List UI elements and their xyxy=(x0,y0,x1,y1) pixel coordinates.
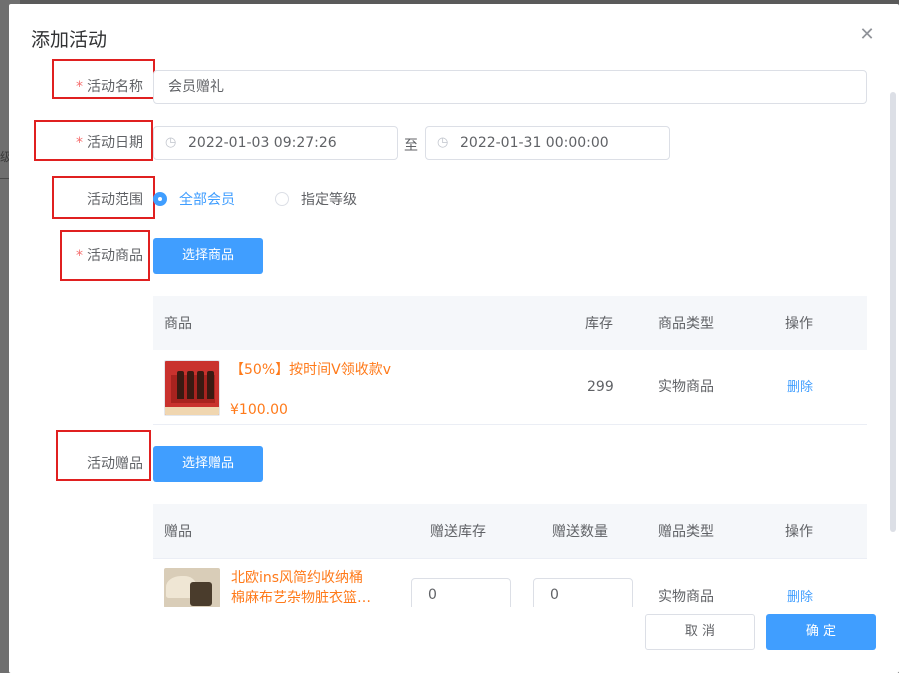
gift-type: 实物商品 xyxy=(658,589,714,605)
radio-unchecked-icon xyxy=(275,192,289,206)
product-thumbnail xyxy=(164,360,220,416)
col-stock: 库存 xyxy=(585,316,613,332)
gift-name-line2[interactable]: 棉麻布艺杂物脏衣篮… xyxy=(231,588,371,607)
radio-specific-level-label: 指定等级 xyxy=(301,192,357,208)
gifts-table-row: 北欧ins风简约收纳桶 棉麻布艺杂物脏衣篮… 0 0 实物商品 删除 xyxy=(153,559,867,607)
gifts-table-header: 赠品 赠送库存 赠送数量 赠品类型 操作 xyxy=(153,504,867,558)
product-stock: 299 xyxy=(587,379,614,395)
col-product: 商品 xyxy=(164,316,192,332)
row-divider xyxy=(153,424,867,425)
product-type: 实物商品 xyxy=(658,379,714,395)
products-label: * 活动商品 xyxy=(76,248,143,264)
gift-name-line1[interactable]: 北欧ins风简约收纳桶 xyxy=(231,568,363,588)
product-name[interactable]: 【50%】按时间V领收款v xyxy=(230,360,391,380)
col-gift-qty: 赠送数量 xyxy=(552,524,608,540)
product-price: ¥100.00 xyxy=(230,402,288,418)
radio-all-members-label: 全部会员 xyxy=(179,192,235,208)
col-gift: 赠品 xyxy=(164,524,192,540)
gifts-label: 活动赠品 xyxy=(87,456,143,472)
radio-all-members[interactable]: 全部会员 xyxy=(153,192,235,208)
scope-label: 活动范围 xyxy=(87,192,143,208)
radio-checked-icon xyxy=(153,192,167,206)
end-date-input[interactable]: ◷ 2022-01-31 00:00:00 xyxy=(425,126,670,160)
products-table-row: 【50%】按时间V领收款v ¥100.00 299 实物商品 删除 xyxy=(153,350,867,424)
select-gifts-button[interactable]: 选择赠品 xyxy=(153,446,263,482)
name-label: * 活动名称 xyxy=(76,79,143,95)
clock-icon: ◷ xyxy=(437,135,449,150)
end-date-value: 2022-01-31 00:00:00 xyxy=(460,135,609,151)
gift-thumbnail xyxy=(164,568,220,607)
select-products-button[interactable]: 选择商品 xyxy=(153,238,263,274)
col-gift-action: 操作 xyxy=(785,524,813,540)
delete-product-link[interactable]: 删除 xyxy=(787,378,813,398)
clock-icon: ◷ xyxy=(165,135,177,150)
delete-gift-link[interactable]: 删除 xyxy=(787,588,813,607)
start-date-input[interactable]: ◷ 2022-01-03 09:27:26 xyxy=(153,126,398,160)
dialog-body: * 活动名称 会员赠礼 * 活动日期 ◷ 2022-01-03 09:27:26 至 … xyxy=(9,4,899,607)
gift-stock-input[interactable]: 0 xyxy=(411,578,511,607)
products-table-header: 商品 库存 商品类型 操作 xyxy=(153,296,867,350)
activity-name-input[interactable]: 会员赠礼 xyxy=(153,70,867,104)
radio-specific-level[interactable]: 指定等级 xyxy=(275,192,357,208)
date-label: * 活动日期 xyxy=(76,135,143,151)
col-action: 操作 xyxy=(785,316,813,332)
col-gift-type: 赠品类型 xyxy=(658,524,714,540)
col-product-type: 商品类型 xyxy=(658,316,714,332)
start-date-value: 2022-01-03 09:27:26 xyxy=(188,135,337,151)
date-separator: 至 xyxy=(404,138,418,154)
cancel-button[interactable]: 取 消 xyxy=(645,614,755,650)
col-gift-stock: 赠送库存 xyxy=(430,524,486,540)
gift-qty-input[interactable]: 0 xyxy=(533,578,633,607)
add-activity-dialog: 添加活动 ✕ * 活动名称 会员赠礼 * 活动日期 ◷ 2022-01-03 09:2… xyxy=(9,4,899,673)
confirm-button[interactable]: 确 定 xyxy=(766,614,876,650)
